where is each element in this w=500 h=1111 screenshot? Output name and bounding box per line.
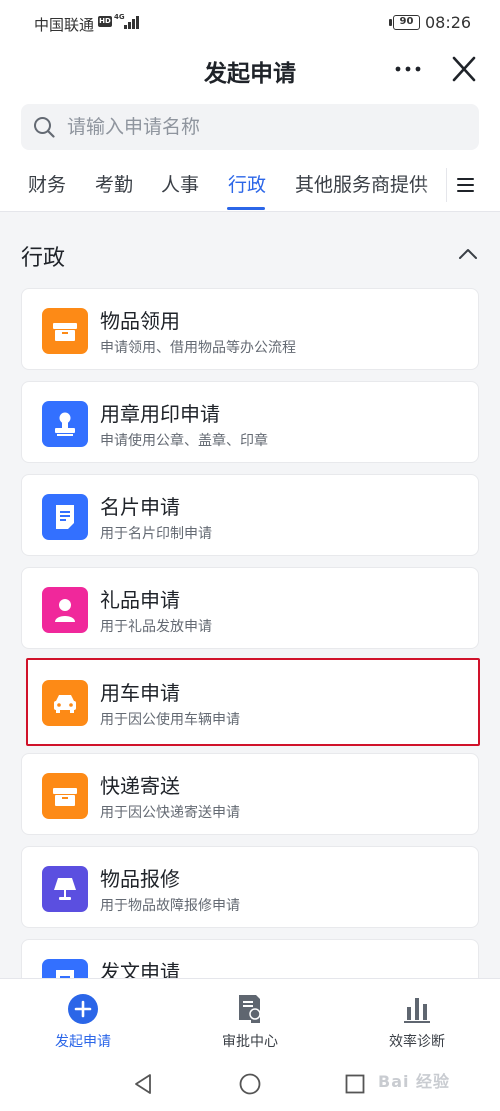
tab-administration[interactable]: 行政 xyxy=(228,170,266,197)
bottom-nav-label: 审批中心 xyxy=(222,1034,278,1050)
item-description: 用于因公快递寄送申请 xyxy=(100,805,240,821)
item-title: 发文申请 xyxy=(100,960,180,978)
person-icon xyxy=(42,587,88,633)
box-icon xyxy=(42,773,88,819)
item-description: 用于因公使用车辆申请 xyxy=(100,712,240,728)
carrier-name: 中国联通 xyxy=(34,16,95,34)
battery-tip xyxy=(389,19,392,26)
list-item-highlighted[interactable]: 用车申请 用于因公使用车辆申请 xyxy=(26,658,480,746)
watermark: Bai 经验 xyxy=(378,1072,451,1091)
hd-badge: HD xyxy=(98,16,112,27)
signal-icon xyxy=(124,15,142,29)
active-tab-indicator xyxy=(227,207,265,210)
item-title: 用车申请 xyxy=(100,681,180,705)
search-box[interactable] xyxy=(21,104,479,150)
item-description: 用于名片印制申请 xyxy=(100,526,212,542)
item-description: 申请使用公章、盖章、印章 xyxy=(100,433,268,449)
item-title: 快递寄送 xyxy=(100,774,180,798)
list-item[interactable]: 发文申请 xyxy=(21,939,479,978)
list-item[interactable]: 物品报修 用于物品故障报修申请 xyxy=(21,846,479,928)
tab-scroll-fade xyxy=(420,160,446,210)
item-title: 名片申请 xyxy=(100,495,180,519)
stamp-icon xyxy=(42,401,88,447)
bottom-nav-initiate[interactable]: 发起申请 xyxy=(0,979,166,1057)
list-item[interactable]: 礼品申请 用于礼品发放申请 xyxy=(21,567,479,649)
item-title: 用章用印申请 xyxy=(100,402,220,426)
approval-icon xyxy=(239,995,261,1023)
bottom-nav-efficiency[interactable]: 效率诊断 xyxy=(334,979,500,1057)
list-item[interactable]: 名片申请 用于名片印制申请 xyxy=(21,474,479,556)
application-list: 物品领用 申请领用、借用物品等办公流程 用章用印申请 申请使用公章、盖章、印章 … xyxy=(0,288,500,978)
status-bar: 中国联通 HD 4G 90 08:26 xyxy=(0,0,500,46)
item-description: 用于礼品发放申请 xyxy=(100,619,212,635)
search-input[interactable] xyxy=(67,104,467,150)
clock: 08:26 xyxy=(425,13,472,32)
bar-chart-icon xyxy=(404,998,430,1023)
document-icon xyxy=(42,494,88,540)
item-title: 物品报修 xyxy=(100,867,180,891)
bottom-nav: 发起申请 审批中心 效率诊断 xyxy=(0,978,500,1056)
item-description: 用于物品故障报修申请 xyxy=(100,898,240,914)
home-icon[interactable] xyxy=(239,1073,261,1095)
tab-divider xyxy=(446,168,447,202)
list-item[interactable]: 快递寄送 用于因公快递寄送申请 xyxy=(21,753,479,835)
search-area xyxy=(0,96,500,160)
tab-finance[interactable]: 财务 xyxy=(28,170,66,197)
car-icon xyxy=(42,680,88,726)
bottom-nav-approval[interactable]: 审批中心 xyxy=(167,979,333,1057)
bottom-nav-label: 效率诊断 xyxy=(389,1034,445,1050)
bottom-nav-label: 发起申请 xyxy=(55,1034,111,1050)
battery-indicator: 90 xyxy=(393,15,420,30)
category-tabs: 财务 考勤 人事 行政 其他服务商提供 xyxy=(0,160,500,212)
header: 发起申请 xyxy=(0,46,500,96)
tab-other-providers[interactable]: 其他服务商提供 xyxy=(295,170,428,197)
lamp-icon xyxy=(42,866,88,912)
close-icon[interactable] xyxy=(448,54,480,84)
back-icon[interactable] xyxy=(132,1073,154,1095)
list-item[interactable]: 用章用印申请 申请使用公章、盖章、印章 xyxy=(21,381,479,463)
recents-icon[interactable] xyxy=(345,1074,365,1094)
box-icon xyxy=(42,308,88,354)
menu-icon[interactable] xyxy=(456,173,476,197)
item-description: 申请领用、借用物品等办公流程 xyxy=(100,340,296,356)
page-title: 发起申请 xyxy=(204,61,296,87)
section-title: 行政 xyxy=(21,246,66,271)
search-icon xyxy=(34,117,55,138)
tab-attendance[interactable]: 考勤 xyxy=(95,170,133,197)
tab-hr[interactable]: 人事 xyxy=(161,170,199,197)
list-item[interactable]: 物品领用 申请领用、借用物品等办公流程 xyxy=(21,288,479,370)
item-title: 礼品申请 xyxy=(100,588,180,612)
chevron-up-icon[interactable] xyxy=(458,247,478,261)
plus-circle-icon xyxy=(68,994,98,1024)
item-title: 物品领用 xyxy=(100,309,180,333)
document-icon xyxy=(42,959,88,978)
more-horizontal-icon[interactable] xyxy=(394,58,422,80)
